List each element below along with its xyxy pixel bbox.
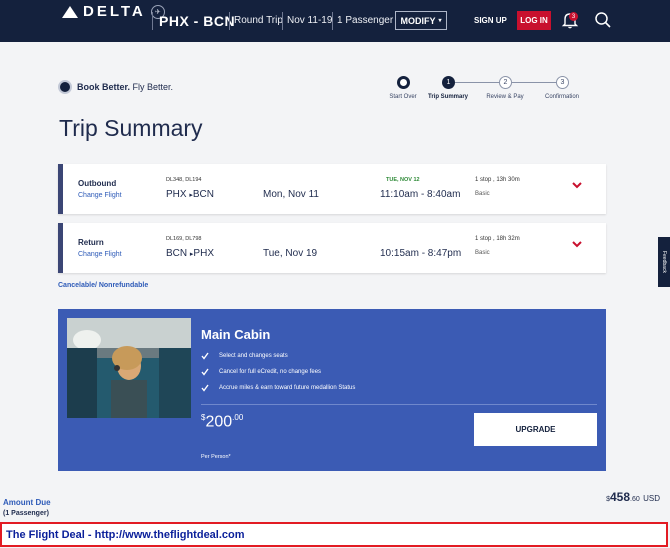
passenger-count: 1 Passenger [337, 15, 394, 26]
per-person-note: Per Person* [201, 454, 231, 460]
flight-times: 10:15am - 8:47pm [380, 248, 462, 259]
tagline-bold: Book Better. [77, 82, 131, 92]
step-review-pay: Review & Pay [486, 94, 524, 100]
feedback-tab[interactable]: Feedback [658, 237, 670, 287]
step-start-over[interactable]: Start Over [389, 94, 416, 100]
search-icon[interactable] [594, 11, 612, 29]
checkmark-icon [201, 352, 209, 360]
next-day-arrival: TUE, NOV 12 [386, 177, 420, 183]
amount-whole: 458 [610, 490, 631, 504]
tagline-rest: Fly Better. [130, 82, 174, 92]
trip-dates: Nov 11-19 [287, 15, 333, 26]
checkmark-icon [201, 384, 209, 392]
amount-due-total: $458.60 USD [606, 490, 660, 504]
flight-times: 11:10am - 8:40am [380, 189, 461, 200]
progress-stepper: 1 2 3 Start Over Trip Summary Review & P… [385, 76, 590, 106]
upgrade-button[interactable]: UPGRADE [474, 413, 597, 446]
flight-stops: 1 stop , 13h 30m [475, 177, 520, 183]
notification-badge: 3 [569, 12, 578, 21]
change-flight-link[interactable]: Change Flight [78, 192, 122, 199]
flight-deal-banner: The Flight Deal - http://www.theflightde… [0, 522, 668, 547]
divider [201, 404, 597, 405]
divider [332, 12, 333, 30]
step-trip-summary: Trip Summary [427, 94, 469, 100]
divider [152, 12, 153, 30]
top-nav-bar: DELTA ✈ PHX - BCN Round Trip Nov 11-19 1… [0, 0, 670, 42]
flight-direction: Return [78, 238, 104, 247]
flight-route: BCN ▸PHX [166, 248, 214, 259]
flight-numbers: DL348, DL194 [166, 177, 202, 183]
feature-text: Select and changes seats [219, 353, 288, 359]
log-in-button[interactable]: LOG IN [517, 11, 551, 30]
modify-button[interactable]: MODIFY ▾ [395, 11, 447, 30]
trip-type: Round Trip [234, 15, 283, 26]
cabin-title: Main Cabin [201, 327, 271, 342]
delta-widget-icon [62, 5, 78, 18]
step-marker-2: 2 [499, 76, 512, 89]
cabin-feature: Accrue miles & earn toward future medall… [201, 384, 355, 392]
change-flight-link[interactable]: Change Flight [78, 251, 122, 258]
modify-label: MODIFY [400, 15, 436, 26]
flight-card-outbound: Outbound Change Flight DL348, DL194 PHX … [58, 164, 606, 214]
step-connector [512, 82, 556, 83]
flight-direction: Outbound [78, 179, 117, 188]
flight-numbers: DL169, DL798 [166, 236, 202, 242]
fare-class: Basic [475, 191, 490, 197]
page-title: Trip Summary [59, 115, 203, 141]
amount-due-label[interactable]: Amount Due [3, 498, 51, 507]
amount-cents: .60 [630, 496, 640, 503]
tagline-text: Book Better. Fly Better. [77, 82, 173, 92]
flight-card-return: Return Change Flight DL169, DL798 BCN ▸P… [58, 223, 606, 273]
chevron-down-icon[interactable] [571, 180, 583, 190]
logo-text: DELTA [83, 3, 146, 20]
feature-text: Accrue miles & earn toward future medall… [219, 385, 356, 391]
destination-code: PHX [193, 248, 214, 259]
destination-code: BCN [192, 189, 214, 200]
step-marker-1: 1 [442, 76, 455, 89]
price-whole: 200 [205, 413, 233, 431]
main-cabin-panel: Main Cabin Select and changes seats Canc… [58, 309, 606, 471]
feedback-label: Feedback [661, 251, 667, 273]
cabin-photo [67, 318, 191, 418]
cancellation-policy-link[interactable]: Cancelable/ Nonrefundable [58, 282, 148, 289]
flight-date: Mon, Nov 11 [263, 189, 319, 200]
sign-up-link[interactable]: SIGN UP [474, 16, 507, 25]
amount-due-passengers: (1 Passenger) [3, 510, 49, 517]
delta-seal-icon [58, 80, 72, 94]
step-connector [455, 82, 499, 83]
step-confirmation: Confirmation [544, 94, 580, 100]
start-over-icon[interactable] [397, 76, 410, 89]
price-cents: .00 [232, 413, 244, 422]
step-marker-3: 3 [556, 76, 569, 89]
cabin-feature: Cancel for full eCredit, no change fees [201, 368, 321, 376]
origin-code: BCN [166, 248, 188, 259]
divider [282, 12, 283, 30]
flight-route: PHX ▸BCN [166, 189, 214, 200]
trip-route: PHX - BCN [159, 13, 236, 29]
flight-date: Tue, Nov 19 [263, 248, 318, 259]
fare-class: Basic [475, 250, 490, 256]
chevron-down-icon[interactable] [571, 239, 583, 249]
amount-currency: USD [643, 494, 660, 503]
origin-code: PHX [166, 189, 187, 200]
caret-down-icon: ▾ [438, 18, 442, 24]
brand-tagline: Book Better. Fly Better. [58, 80, 173, 94]
divider [229, 12, 230, 30]
flight-stops: 1 stop , 18h 32m [475, 236, 520, 242]
checkmark-icon [201, 368, 209, 376]
feature-text: Cancel for full eCredit, no change fees [219, 369, 322, 375]
cabin-price: $200.00 [201, 413, 243, 431]
delta-logo[interactable]: DELTA ✈ [62, 3, 165, 20]
cabin-feature: Select and changes seats [201, 352, 288, 360]
